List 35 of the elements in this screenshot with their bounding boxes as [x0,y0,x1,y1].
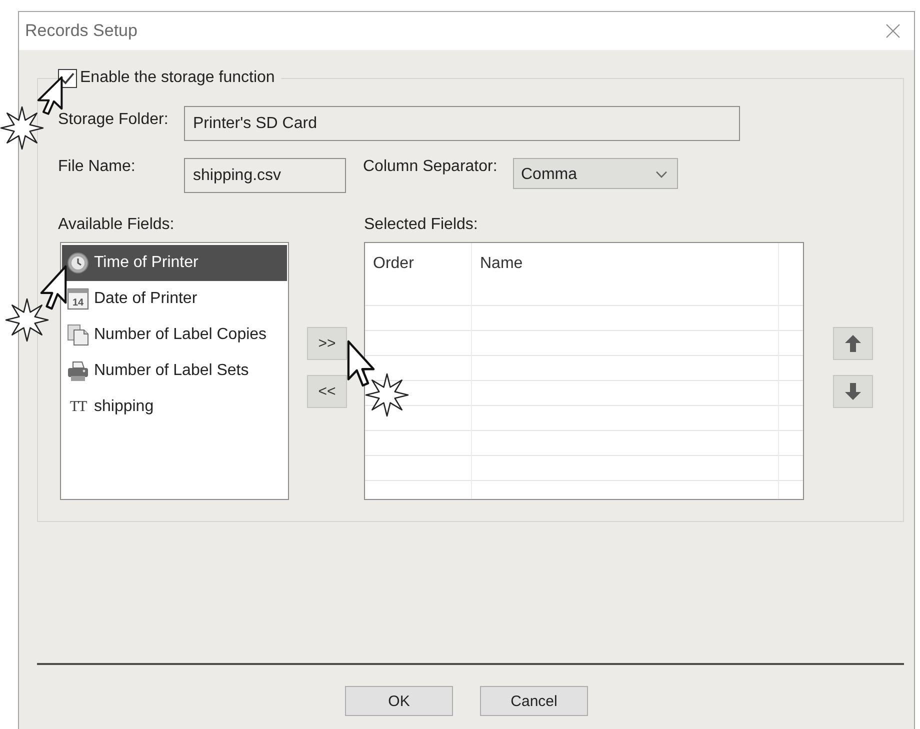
move-up-button[interactable] [833,327,873,360]
close-button[interactable] [886,24,900,38]
checkbox-label[interactable]: Enable the storage function [80,69,275,87]
documents-icon [67,324,89,346]
list-item[interactable]: TT shipping [62,389,287,425]
starburst-icon [0,106,44,150]
dialog-button[interactable]: OK [345,686,453,716]
file-name-field[interactable]: shipping.csv [184,158,346,193]
chevron-down-icon [656,171,667,178]
close-icon [886,24,900,38]
list-item[interactable]: Number of Label Sets [62,353,287,389]
window-title: Records Setup [25,21,138,41]
column-header: Order [372,254,414,274]
storage-folder-field[interactable]: Printer's SD Card [184,106,740,141]
column-header: Name [479,254,523,274]
printer-icon [67,360,89,382]
list-item[interactable]: Number of Label Copies [62,317,287,353]
list-item[interactable]: Time of Printer [62,245,287,281]
field-label: Column Separator: [363,158,498,176]
text-field-icon: TT [67,398,89,416]
section-label: Selected Fields: [364,216,478,234]
arrow-up-icon [845,335,861,352]
calendar-icon: 14 [67,288,89,310]
field-label: Storage Folder: [58,110,170,129]
dialog-button[interactable]: Cancel [480,686,588,716]
starburst-icon [5,298,49,342]
checkmark-icon [60,72,75,84]
field-label: File Name: [58,158,136,176]
clock-icon [67,252,89,274]
arrow-down-icon [845,383,861,400]
transfer-button[interactable]: >> [307,327,347,360]
section-label: Available Fields: [58,216,174,234]
move-down-button[interactable] [833,375,873,408]
separator-dropdown[interactable]: Comma [513,158,678,189]
transfer-button[interactable]: << [307,375,347,408]
